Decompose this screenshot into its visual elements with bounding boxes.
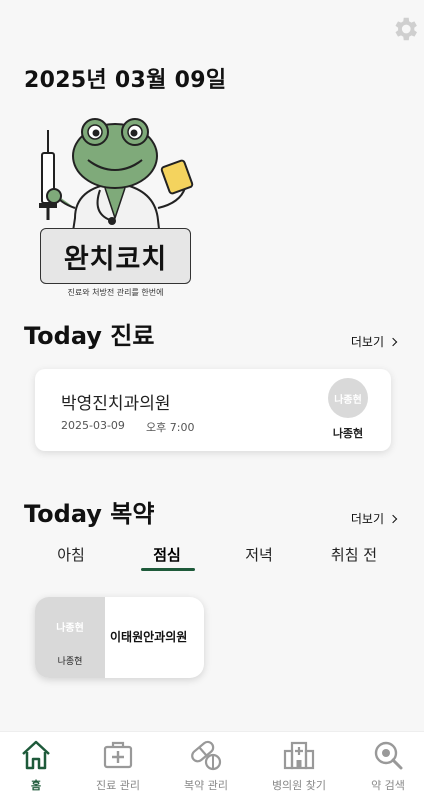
tab-lunch[interactable]: 점심: [132, 544, 202, 565]
tab-bedtime[interactable]: 취침 전: [319, 544, 389, 565]
tab-evening[interactable]: 저녁: [224, 544, 294, 565]
chevron-right-icon: [388, 514, 398, 523]
chevron-right-icon: [388, 337, 398, 346]
hospital-icon: [283, 741, 315, 770]
visit-time: 오후 7:00: [146, 421, 195, 434]
nav-label-medication: 복약 관리: [184, 779, 228, 792]
pill-icon: [191, 740, 222, 771]
nav-item-hospitals[interactable]: 병의원 찾기: [257, 732, 341, 794]
nav-item-home[interactable]: 홈: [0, 732, 78, 794]
medication-clinic-name: 이태원안과의원: [110, 630, 188, 644]
today-visit-title: Today 진료: [24, 322, 155, 350]
today-meds-title: Today 복약: [24, 500, 155, 528]
nav-label-drug-search: 약 검색: [371, 779, 405, 792]
nav-label-home: 홈: [30, 779, 42, 792]
search-icon: [374, 741, 403, 770]
nav-label-hospitals: 병의원 찾기: [271, 779, 327, 792]
nav-item-visits[interactable]: 진료 관리: [76, 732, 160, 794]
medication-card-avatar-panel: 나종현 나종현: [35, 597, 105, 678]
more-link-label: 더보기: [350, 335, 384, 349]
medical-kit-icon: [103, 741, 133, 769]
visit-clinic-name: 박영진치과의원: [61, 394, 171, 414]
home-icon: [22, 740, 50, 770]
logo-tagline: 진료와 처방전 관리를 한번에: [67, 288, 164, 297]
medication-card[interactable]: 나종현 나종현 이태원안과의원: [35, 597, 204, 678]
active-tab-indicator: [141, 568, 195, 571]
visit-date: 2025-03-09: [61, 419, 125, 432]
visit-card[interactable]: 박영진치과의원 2025-03-09 오후 7:00 나종현 나종현: [35, 369, 391, 451]
tab-morning[interactable]: 아침: [36, 544, 106, 565]
page-title: 2025년 03월 09일: [24, 68, 227, 93]
patient-name: 나종현: [57, 657, 83, 667]
gear-icon[interactable]: [390, 14, 420, 44]
today-meds-more-link[interactable]: 더보기: [350, 510, 398, 527]
avatar: 나종현: [56, 623, 84, 634]
bottom-nav: 홈 진료 관리 복약 관리 병의원 찾기 약 검색: [0, 731, 424, 794]
meal-time-tabs: 아침 점심 저녁 취침 전: [24, 544, 400, 574]
nav-item-drug-search[interactable]: 약 검색: [346, 732, 424, 794]
patient-name: 나종현: [332, 427, 364, 440]
avatar: 나종현: [328, 378, 368, 418]
nav-label-visits: 진료 관리: [96, 779, 140, 792]
more-link-label: 더보기: [350, 512, 384, 526]
nav-item-medication[interactable]: 복약 관리: [164, 732, 248, 794]
today-visit-more-link[interactable]: 더보기: [350, 333, 398, 350]
app-logo: 완치코치: [40, 228, 191, 284]
